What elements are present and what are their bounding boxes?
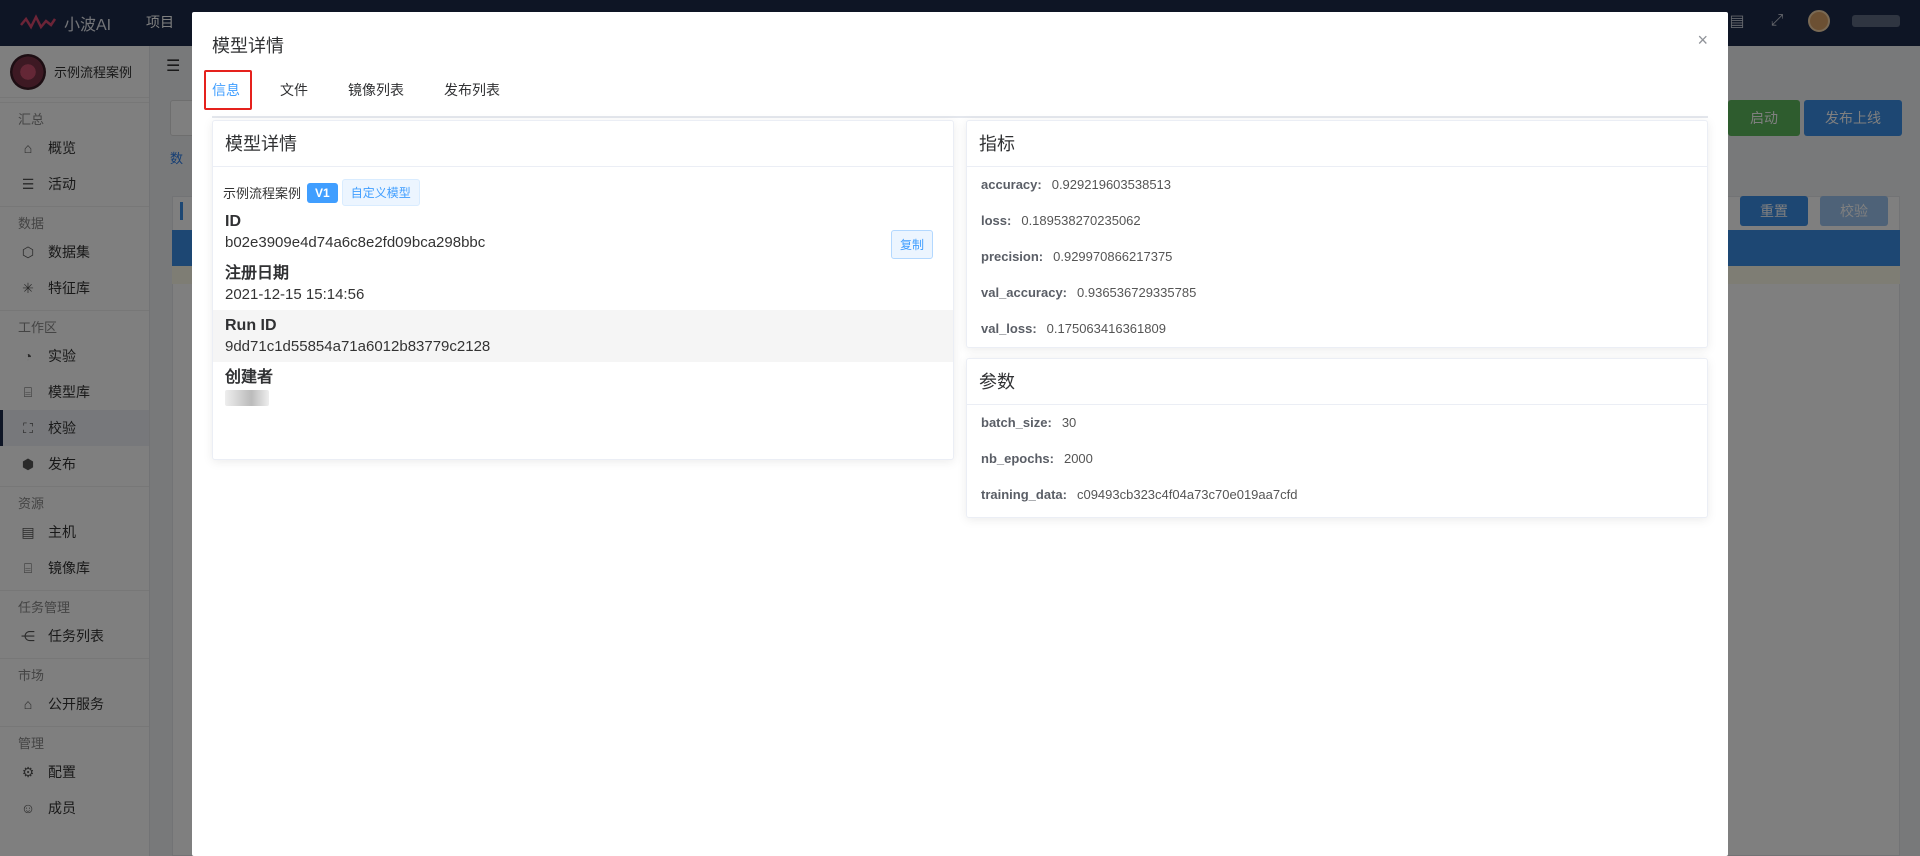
- modal-title: 模型详情: [212, 36, 284, 56]
- close-icon[interactable]: ×: [1697, 30, 1708, 51]
- date-label: 注册日期: [225, 265, 290, 282]
- model-detail-modal: 模型详情 × 信息 文件 镜像列表 发布列表 模型详情 示例流程案例 V1 自定…: [192, 12, 1728, 856]
- kv-value: 30: [1061, 415, 1077, 430]
- id-value: b02e3909e4d74a6c8e2fd09bca298bbc: [225, 234, 486, 251]
- id-label: ID: [225, 213, 241, 230]
- tab-releases[interactable]: 发布列表: [444, 70, 500, 116]
- kv-row: loss: 0.189538270235062: [967, 203, 1707, 239]
- kv-row: training_data: c09493cb323c4f04a73c70e019…: [967, 477, 1707, 513]
- kv-row: precision: 0.929970866217375: [967, 239, 1707, 275]
- kv-key: accuracy:: [981, 177, 1042, 192]
- kv-key: precision:: [981, 249, 1044, 264]
- date-field: 注册日期 2021-12-15 15:14:56: [213, 258, 953, 310]
- model-name: 示例流程案例: [223, 186, 302, 201]
- kv-value: 0.175063416361809: [1046, 321, 1166, 336]
- model-details-card: 模型详情 示例流程案例 V1 自定义模型 ID b02e3909e4d74a6c…: [212, 120, 954, 460]
- kv-value: 2000: [1063, 451, 1093, 466]
- run-id-value: 9dd71c1d55854a71a6012b83779c2128: [225, 338, 491, 355]
- kv-key: batch_size:: [981, 415, 1052, 430]
- kv-key: val_loss:: [981, 321, 1037, 336]
- metrics-card-title: 指标: [967, 121, 1707, 167]
- copy-button[interactable]: 复制: [890, 230, 933, 259]
- version-badge: V1: [307, 182, 338, 203]
- tab-bar: 信息 文件 镜像列表 发布列表: [212, 70, 1708, 118]
- tab-images[interactable]: 镜像列表: [348, 70, 404, 116]
- kv-value: 0.929219603538513: [1051, 177, 1172, 192]
- tab-info[interactable]: 信息: [212, 70, 240, 116]
- kv-value: 0.929970866217375: [1053, 249, 1173, 264]
- kv-row: accuracy: 0.929219603538513: [967, 167, 1707, 203]
- kv-value: 0.936536729335785: [1077, 285, 1197, 300]
- run-id-field: Run ID 9dd71c1d55854a71a6012b83779c2128: [213, 310, 953, 362]
- id-field: ID b02e3909e4d74a6c8e2fd09bca298bbc 复制: [213, 206, 953, 259]
- run-id-label: Run ID: [225, 317, 277, 334]
- tab-files[interactable]: 文件: [280, 70, 308, 116]
- kv-key: training_data:: [981, 487, 1067, 502]
- creator-field: 创建者: [213, 362, 953, 413]
- params-card: 参数 batch_size: 30 nb_epochs: 2000 training_d…: [966, 358, 1708, 518]
- kv-key: loss:: [981, 213, 1012, 228]
- kv-key: val_accuracy:: [981, 285, 1068, 300]
- creator-label: 创建者: [225, 369, 274, 386]
- model-type-badge: 自定义模型: [341, 179, 420, 206]
- metrics-card: 指标 accuracy: 0.929219603538513 loss: 0.1895…: [966, 120, 1708, 348]
- kv-value: 0.189538270235062: [1021, 213, 1141, 228]
- details-card-title: 模型详情: [213, 121, 953, 167]
- params-card-title: 参数: [967, 359, 1707, 405]
- kv-key: nb_epochs:: [981, 451, 1054, 466]
- kv-value: c09493cb323c4f04a73c70e019aa7cfd: [1076, 487, 1298, 502]
- kv-row: val_accuracy: 0.936536729335785: [967, 275, 1707, 311]
- kv-row: val_loss: 0.175063416361809: [967, 311, 1707, 347]
- kv-row: batch_size: 30: [967, 405, 1707, 441]
- creator-value-redacted: [225, 390, 269, 406]
- date-value: 2021-12-15 15:14:56: [225, 286, 365, 303]
- kv-row: nb_epochs: 2000: [967, 441, 1707, 477]
